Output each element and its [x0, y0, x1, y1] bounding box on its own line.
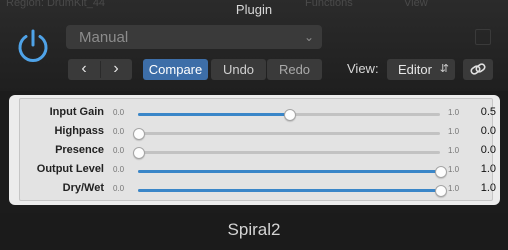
redo-button[interactable]: Redo — [267, 59, 322, 80]
param-min-label: 0.0 — [113, 184, 125, 193]
param-value[interactable]: 1.0 — [466, 163, 496, 175]
undo-button[interactable]: Undo — [211, 59, 266, 80]
param-row-output-level: Output Level 0.0 1.0 1.0 — [20, 161, 496, 180]
window-title: Plugin — [235, 2, 273, 17]
view-value: Editor — [398, 62, 432, 77]
link-button[interactable] — [463, 59, 493, 80]
chevron-down-icon: ⌄ — [303, 30, 314, 44]
param-value[interactable]: 0.0 — [466, 144, 496, 156]
slider-thumb[interactable] — [435, 185, 447, 197]
link-icon — [470, 63, 486, 75]
param-row-presence: Presence 0.0 1.0 0.0 — [20, 142, 496, 161]
view-label: View: — [347, 61, 379, 76]
param-min-label: 0.0 — [113, 146, 125, 155]
param-row-input-gain: Input Gain 0.0 1.0 0.5 — [20, 104, 496, 123]
param-slider[interactable] — [133, 128, 440, 140]
param-value[interactable]: 0.5 — [466, 106, 496, 118]
param-max-label: 1.0 — [448, 165, 460, 174]
param-slider[interactable] — [138, 109, 440, 121]
param-label: Output Level — [36, 163, 104, 175]
plugin-name: Spiral2 — [227, 220, 281, 239]
chevron-left-icon: ‹ — [81, 60, 87, 77]
param-min-label: 0.0 — [113, 127, 125, 136]
slider-thumb[interactable] — [435, 166, 447, 178]
slider-thumb[interactable] — [133, 147, 145, 159]
slider-fill — [138, 113, 289, 116]
preset-dropdown[interactable]: Manual ⌄ — [66, 25, 322, 49]
param-slider[interactable] — [133, 147, 440, 159]
param-slider[interactable] — [138, 185, 447, 197]
compare-button[interactable]: Compare — [143, 59, 208, 80]
param-label: Dry/Wet — [62, 182, 104, 194]
param-slider[interactable] — [138, 166, 447, 178]
view-dropdown[interactable]: Editor ⇵ — [387, 59, 455, 80]
param-value[interactable]: 0.0 — [466, 125, 496, 137]
slider-fill — [138, 170, 440, 173]
next-preset-button[interactable]: › — [100, 59, 132, 80]
parameter-panel: Input Gain 0.0 1.0 0.5 Highpass 0.0 1.0 … — [9, 95, 500, 205]
param-value[interactable]: 1.0 — [466, 182, 496, 194]
parameter-list: Input Gain 0.0 1.0 0.5 Highpass 0.0 1.0 … — [19, 98, 496, 201]
plugin-header: Region: DrumKit_44 Functions View Plugin… — [0, 0, 508, 91]
param-min-label: 0.0 — [113, 165, 125, 174]
param-row-highpass: Highpass 0.0 1.0 0.0 — [20, 123, 496, 142]
preset-nav: ‹ › — [68, 59, 132, 80]
preset-value: Manual — [79, 29, 129, 46]
param-max-label: 1.0 — [448, 184, 460, 193]
previous-preset-button[interactable]: ‹ — [68, 59, 100, 80]
param-row-dry-wet: Dry/Wet 0.0 1.0 1.0 — [20, 180, 496, 199]
param-max-label: 1.0 — [448, 108, 460, 117]
param-label: Presence — [55, 144, 104, 156]
param-label: Input Gain — [49, 106, 104, 118]
param-max-label: 1.0 — [448, 127, 460, 136]
param-label: Highpass — [54, 125, 104, 137]
slider-thumb[interactable] — [133, 128, 145, 140]
power-icon[interactable] — [14, 27, 52, 65]
slider-fill — [138, 189, 440, 192]
slider-thumb[interactable] — [284, 109, 296, 121]
up-down-chevron-icon: ⇵ — [439, 63, 449, 75]
param-max-label: 1.0 — [448, 146, 460, 155]
chevron-right-icon: › — [113, 60, 119, 77]
param-min-label: 0.0 — [113, 108, 125, 117]
window-control-icon — [475, 29, 491, 45]
plugin-footer: Spiral2 — [0, 213, 508, 250]
